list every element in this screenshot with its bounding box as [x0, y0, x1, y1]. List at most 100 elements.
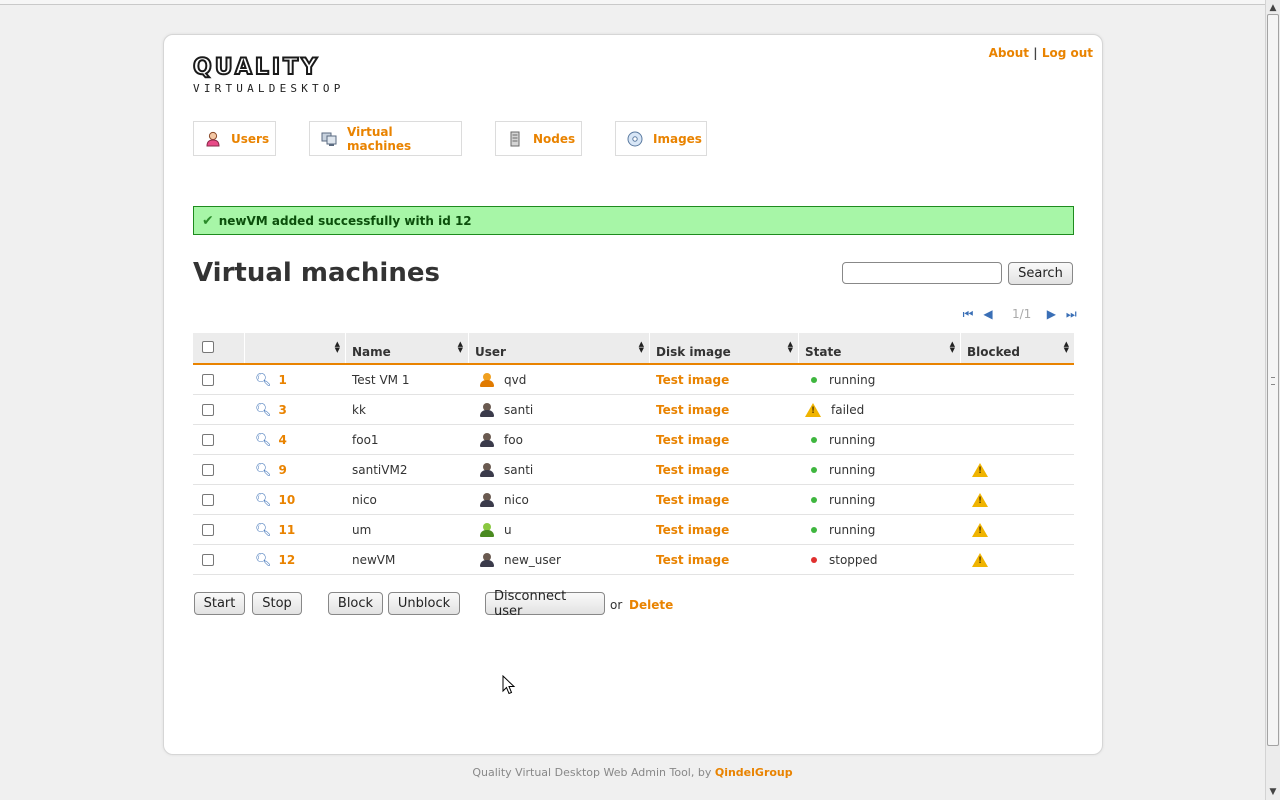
header-disk-image[interactable]: Disk image ▲ ▼	[650, 333, 799, 363]
vm-name: santiVM2	[352, 463, 408, 477]
sort-icon[interactable]: ▲ ▼	[1064, 341, 1069, 354]
row-checkbox-cell	[202, 365, 242, 395]
checkmark-icon: ✔	[202, 212, 214, 229]
header-state[interactable]: State ▲ ▼	[799, 333, 961, 363]
select-all-checkbox[interactable]	[202, 341, 214, 353]
flash-message: newVM added successfully with id 12	[218, 213, 472, 228]
table-body: 🔍︎ 1 Test VM 1 qvd Test image running 🔍︎…	[193, 365, 1074, 575]
about-link[interactable]: About	[989, 46, 1029, 60]
table-row: 🔍︎ 4 foo1 foo Test image running	[193, 425, 1074, 455]
blocked-warning-icon	[972, 493, 988, 507]
row-state-cell: running	[803, 455, 953, 485]
disk-image-link[interactable]: Test image	[656, 485, 796, 515]
tab-virtual-machines-label: Virtual machines	[347, 124, 412, 153]
logout-link[interactable]: Log out	[1042, 46, 1093, 60]
sort-icon[interactable]: ▲ ▼	[335, 341, 340, 354]
vm-id-link[interactable]: 1	[279, 373, 287, 387]
vm-state: running	[829, 523, 876, 537]
sort-icon[interactable]: ▲ ▼	[950, 341, 955, 354]
next-page-icon[interactable]: ▶	[1043, 307, 1059, 321]
disk-image-link[interactable]: Test image	[656, 515, 796, 545]
table-row: 🔍︎ 9 santiVM2 santi Test image running	[193, 455, 1074, 485]
row-checkbox[interactable]	[202, 434, 214, 446]
footer: Quality Virtual Desktop Web Admin Tool, …	[0, 766, 1265, 779]
scroll-up-arrow-icon[interactable]: ▲	[1266, 2, 1280, 14]
vm-id-link[interactable]: 10	[279, 493, 296, 507]
disk-image-link[interactable]: Test image	[656, 395, 796, 425]
row-checkbox[interactable]	[202, 464, 214, 476]
vm-state: running	[829, 493, 876, 507]
vm-id-link[interactable]: 3	[279, 403, 287, 417]
user-avatar-icon	[480, 433, 494, 447]
magnifier-icon[interactable]: 🔍︎	[255, 493, 272, 508]
vm-id-link[interactable]: 4	[279, 433, 287, 447]
row-checkbox-cell	[202, 545, 242, 575]
row-id-cell: 🔍︎ 3	[255, 395, 345, 425]
row-checkbox[interactable]	[202, 494, 214, 506]
row-checkbox[interactable]	[202, 554, 214, 566]
row-blocked-cell	[972, 485, 1072, 515]
delete-link[interactable]: Delete	[629, 598, 673, 612]
disk-image-link[interactable]: Test image	[656, 365, 796, 395]
magnifier-icon[interactable]: 🔍︎	[255, 373, 272, 388]
magnifier-icon[interactable]: 🔍︎	[255, 463, 272, 478]
search-input[interactable]	[842, 262, 1002, 284]
block-button[interactable]: Block	[328, 592, 383, 615]
sort-icon[interactable]: ▲ ▼	[639, 341, 644, 354]
tab-images[interactable]: Images	[615, 121, 707, 156]
header-id[interactable]: ▲ ▼	[245, 333, 346, 363]
last-page-icon[interactable]: ⏭	[1063, 307, 1079, 322]
start-button[interactable]: Start	[194, 592, 245, 615]
sort-icon[interactable]: ▲ ▼	[458, 341, 463, 354]
scroll-down-arrow-icon[interactable]: ▼	[1266, 786, 1280, 798]
row-user-cell: u	[480, 515, 650, 545]
vm-id-link[interactable]: 9	[279, 463, 287, 477]
first-page-icon[interactable]: ⏮	[960, 307, 976, 322]
header-name[interactable]: Name ▲ ▼	[346, 333, 469, 363]
row-user-cell: new_user	[480, 545, 650, 575]
disk-image-link[interactable]: Test image	[656, 425, 796, 455]
vm-name: newVM	[352, 553, 396, 567]
user-icon	[205, 131, 221, 147]
vm-name: nico	[352, 493, 377, 507]
quality-logo[interactable]: QUALITY VIRTUALDESKTOP	[192, 56, 358, 99]
magnifier-icon[interactable]: 🔍︎	[255, 523, 272, 538]
stop-button[interactable]: Stop	[252, 592, 302, 615]
row-blocked-cell	[972, 545, 1072, 575]
blocked-warning-icon	[972, 463, 988, 477]
disc-icon	[627, 131, 643, 147]
disk-image-link[interactable]: Test image	[656, 545, 796, 575]
tab-users[interactable]: Users	[193, 121, 276, 156]
footer-brand-link[interactable]: QindelGroup	[715, 766, 793, 779]
red-dot-icon	[811, 557, 817, 563]
green-dot-icon	[811, 377, 817, 383]
prev-page-icon[interactable]: ◀	[980, 307, 996, 321]
pager: ⏮ ◀ 1/1 ▶ ⏭	[960, 306, 1079, 322]
warning-icon	[805, 403, 821, 417]
vm-id-link[interactable]: 12	[279, 553, 296, 567]
magnifier-icon[interactable]: 🔍︎	[255, 403, 272, 418]
vertical-scrollbar[interactable]: ▲ ▼	[1265, 0, 1280, 800]
disconnect-user-button[interactable]: Disconnect user	[485, 589, 605, 619]
magnifier-icon[interactable]: 🔍︎	[255, 553, 272, 568]
row-checkbox[interactable]	[202, 524, 214, 536]
row-checkbox[interactable]	[202, 404, 214, 416]
vm-id-link[interactable]: 11	[279, 523, 296, 537]
footer-text: Quality Virtual Desktop Web Admin Tool, …	[472, 766, 712, 779]
green-dot-icon	[811, 437, 817, 443]
header-blocked[interactable]: Blocked ▲ ▼	[961, 333, 1074, 363]
tab-nodes[interactable]: Nodes	[495, 121, 582, 156]
user-avatar-icon	[480, 493, 494, 507]
sort-icon[interactable]: ▲ ▼	[788, 341, 793, 354]
green-dot-icon	[811, 467, 817, 473]
row-checkbox[interactable]	[202, 374, 214, 386]
disk-image-link[interactable]: Test image	[656, 455, 796, 485]
search-button[interactable]: Search	[1008, 262, 1073, 285]
tab-virtual-machines[interactable]: Virtual machines	[309, 121, 462, 156]
header-user[interactable]: User ▲ ▼	[469, 333, 650, 363]
magnifier-icon[interactable]: 🔍︎	[255, 433, 272, 448]
unblock-button[interactable]: Unblock	[388, 592, 460, 615]
scrollbar-thumb[interactable]	[1267, 14, 1279, 746]
success-flash: ✔ newVM added successfully with id 12	[193, 206, 1074, 235]
row-id-cell: 🔍︎ 9	[255, 455, 345, 485]
